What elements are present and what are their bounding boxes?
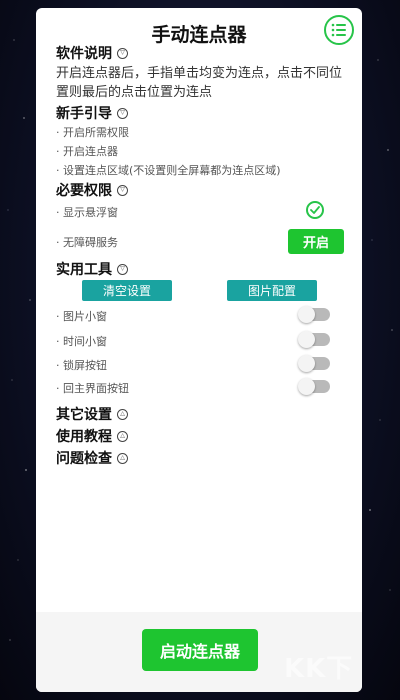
clear-settings-button[interactable]: 清空设置 <box>82 280 172 301</box>
start-clicker-button[interactable]: 启动连点器 <box>142 629 258 671</box>
toggle-knob <box>298 378 315 395</box>
guide-item: · 开启所需权限 <box>56 126 129 139</box>
section-label: 必要权限 <box>56 183 112 199</box>
chevron-down-icon: ▽ <box>117 263 128 275</box>
guide-item: · 开启连点器 <box>56 145 118 158</box>
list-icon <box>331 23 346 37</box>
time-window-toggle[interactable] <box>298 331 330 348</box>
section-guide[interactable]: 新手引导 ▽ <box>56 103 128 123</box>
toggle-label: · 锁屏按钮 <box>56 359 107 372</box>
section-label: 其它设置 <box>56 407 112 423</box>
toggle-knob <box>298 331 315 348</box>
toggle-label: · 回主界面按钮 <box>56 382 129 395</box>
chevron-down-icon: ▽ <box>117 107 128 119</box>
toggle-knob <box>298 355 315 372</box>
chevron-down-icon: ▽ <box>117 184 128 196</box>
section-label: 新手引导 <box>56 106 112 122</box>
section-label: 软件说明 <box>56 46 112 62</box>
watermark-logo: KK下 <box>284 654 354 684</box>
guide-item: · 设置连点区域(不设置则全屏幕都为连点区域) <box>56 164 281 177</box>
home-button-toggle[interactable] <box>298 378 330 395</box>
section-troubleshoot[interactable]: 问题检查 △ <box>56 448 128 468</box>
chevron-up-icon: △ <box>117 452 128 464</box>
section-label: 使用教程 <box>56 429 112 445</box>
section-permissions[interactable]: 必要权限 ▽ <box>56 180 128 200</box>
toggle-label: · 时间小窗 <box>56 335 107 348</box>
toggle-label: · 图片小窗 <box>56 310 107 323</box>
enable-accessibility-button[interactable]: 开启 <box>288 229 344 254</box>
image-window-toggle[interactable] <box>298 306 330 323</box>
chevron-up-icon: △ <box>117 408 128 420</box>
main-panel: 手动连点器 软件说明 ▽ 开启连点器后，手指单击均变为连点，点击不同位置则最后的… <box>36 8 362 692</box>
menu-button[interactable] <box>324 15 354 45</box>
lock-screen-toggle[interactable] <box>298 355 330 372</box>
section-tutorial[interactable]: 使用教程 △ <box>56 426 128 446</box>
section-other-settings[interactable]: 其它设置 △ <box>56 404 128 424</box>
chevron-up-icon: △ <box>117 430 128 442</box>
toggle-knob <box>298 306 315 323</box>
section-label: 问题检查 <box>56 451 112 467</box>
accessibility-label: · 无障碍服务 <box>56 236 118 249</box>
chevron-down-icon: ▽ <box>117 47 128 59</box>
image-config-button[interactable]: 图片配置 <box>227 280 317 301</box>
check-circle-icon <box>306 201 324 219</box>
section-software-info[interactable]: 软件说明 ▽ <box>56 43 128 63</box>
section-label: 实用工具 <box>56 262 112 278</box>
software-description: 开启连点器后，手指单击均变为连点，点击不同位置则最后的点击位置为连点 <box>56 66 343 100</box>
overlay-permission-label: · 显示悬浮窗 <box>56 206 118 219</box>
section-tools[interactable]: 实用工具 ▽ <box>56 259 128 279</box>
